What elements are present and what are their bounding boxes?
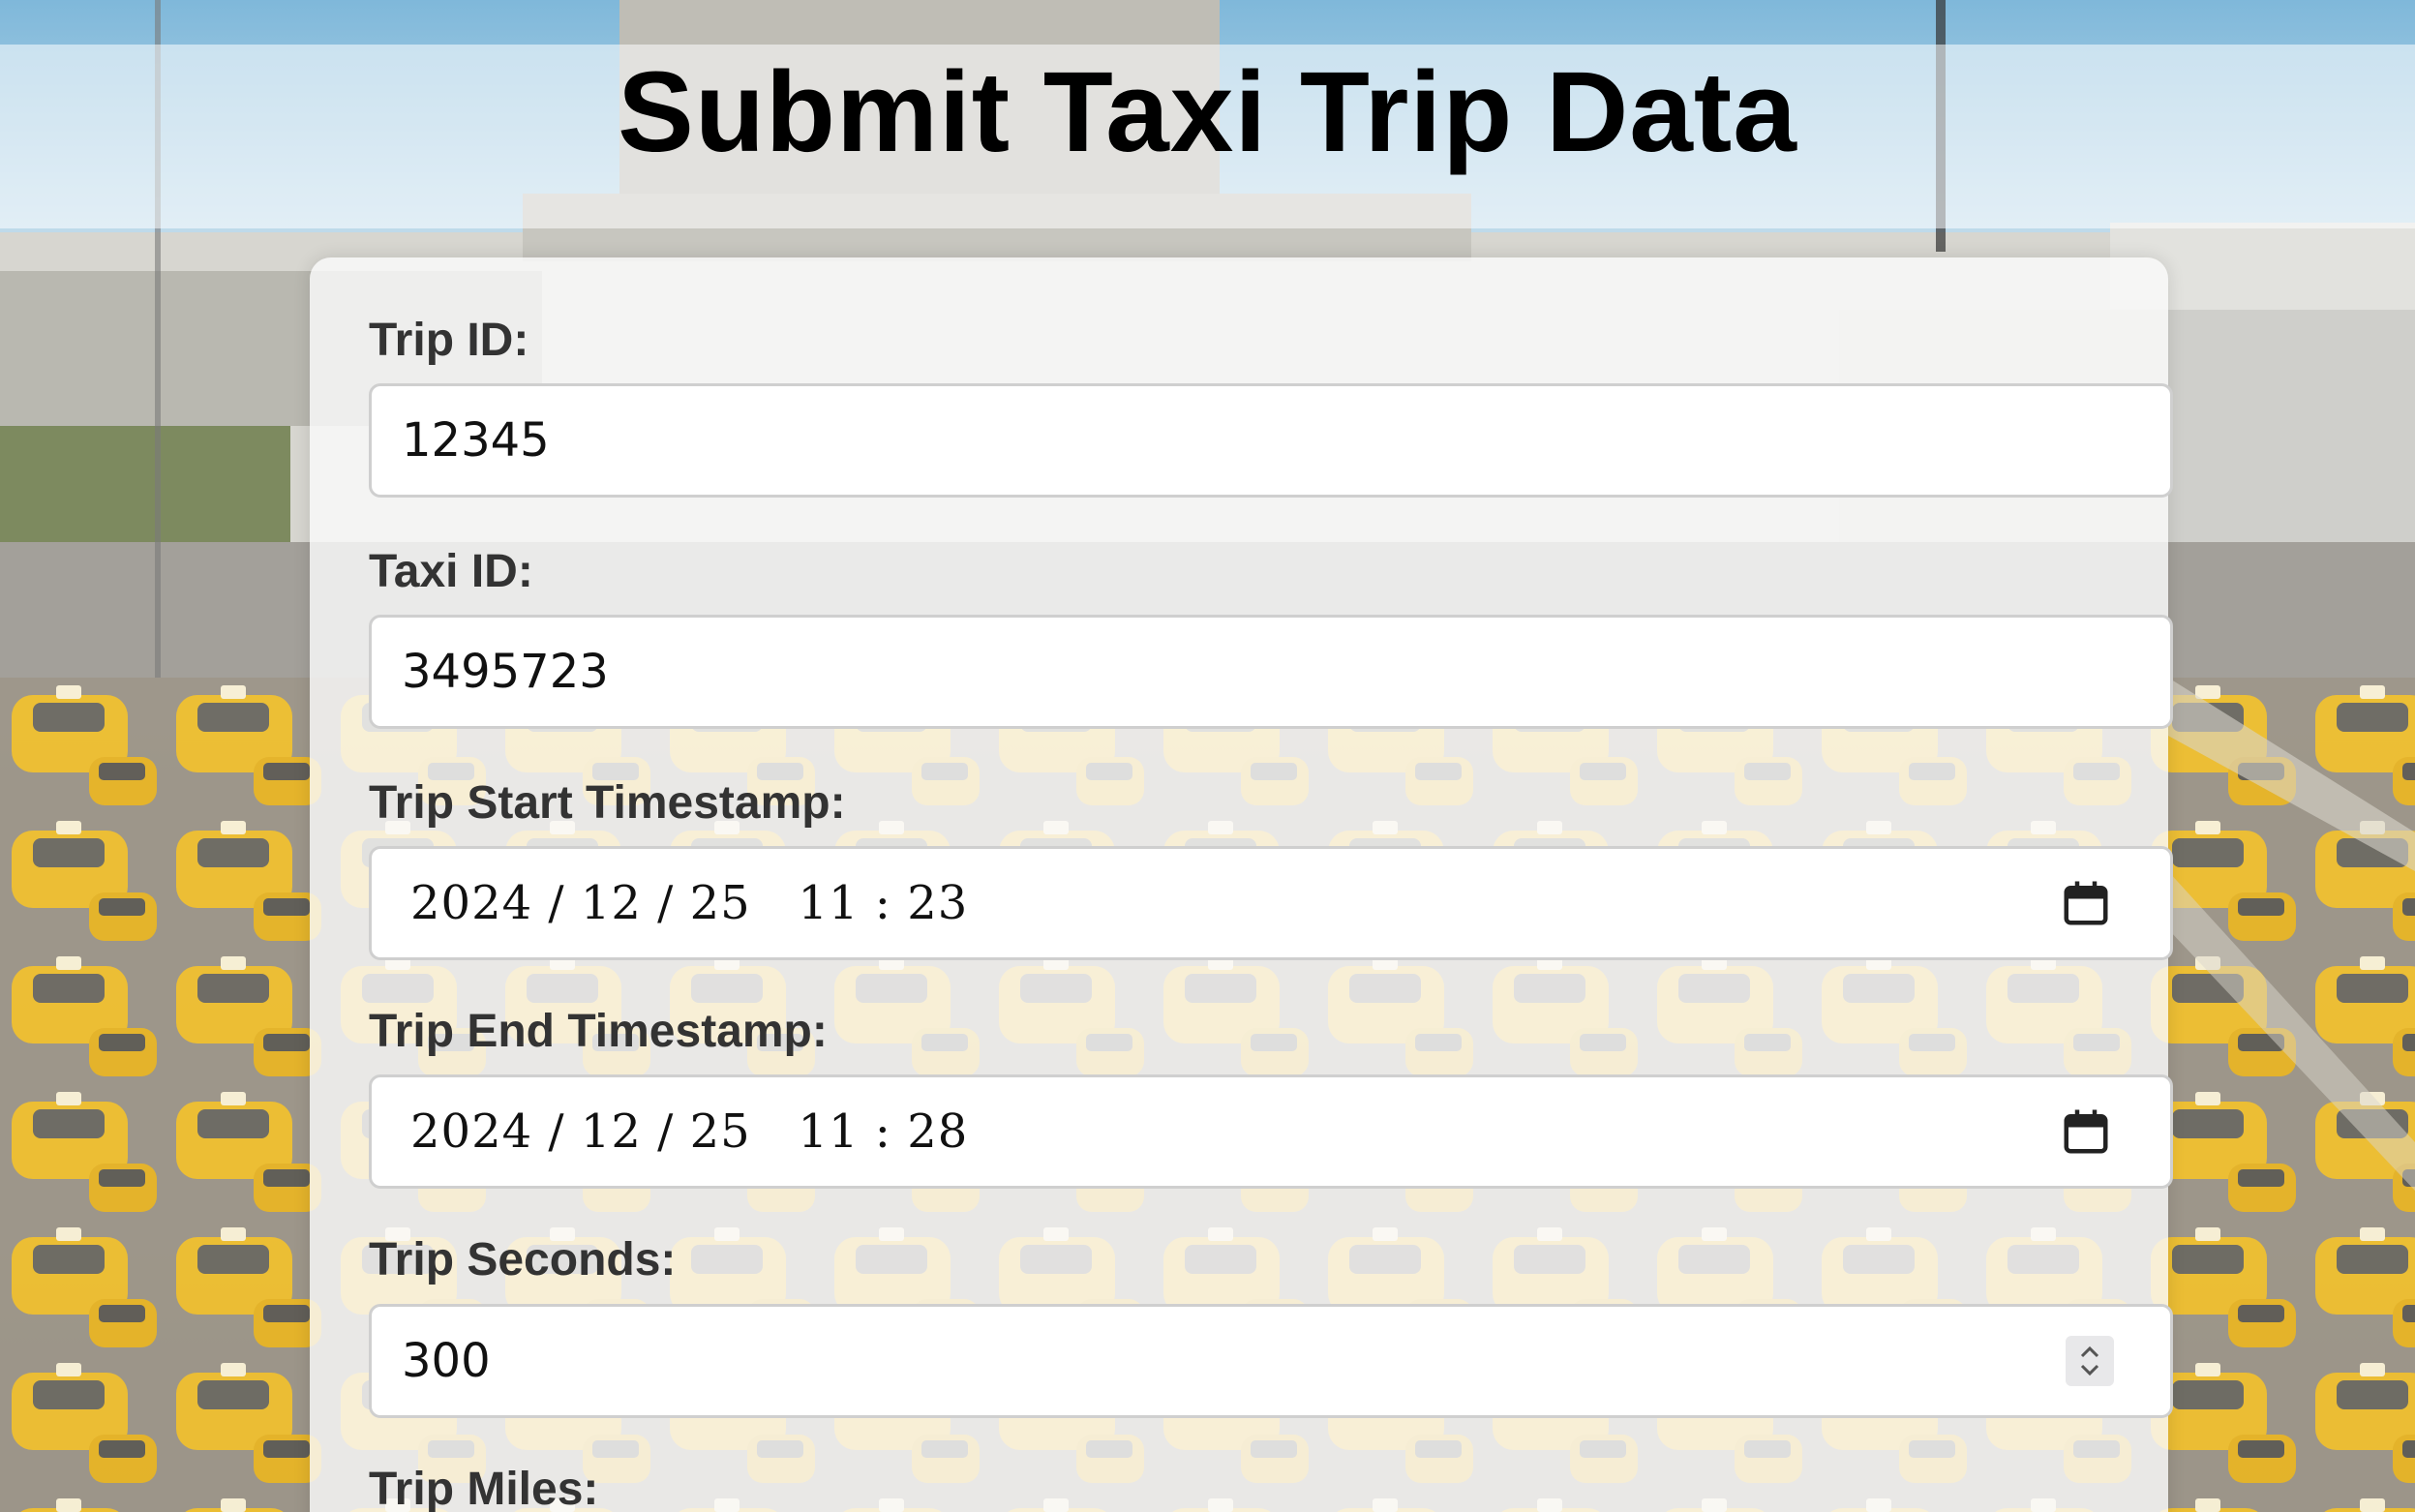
taxi-id-label: Taxi ID:	[369, 546, 533, 597]
trip-start-input[interactable]: 2024 / 12 / 25 11 : 23	[369, 846, 2173, 960]
calendar-icon[interactable]	[2060, 1105, 2112, 1158]
page-title: Submit Taxi Trip Data	[618, 48, 1797, 176]
trip-end-value: 2024 / 12 / 25 11 : 28	[410, 1104, 969, 1159]
trip-id-label: Trip ID:	[369, 315, 529, 366]
taxi-id-value: 3495723	[402, 645, 609, 699]
trip-seconds-input[interactable]: 300	[369, 1304, 2173, 1418]
calendar-icon[interactable]	[2060, 877, 2112, 929]
trip-miles-label: Trip Miles:	[369, 1464, 599, 1512]
taxi-id-input[interactable]: 3495723	[369, 615, 2173, 729]
trip-end-input[interactable]: 2024 / 12 / 25 11 : 28	[369, 1074, 2173, 1189]
trip-start-value: 2024 / 12 / 25 11 : 23	[410, 876, 969, 930]
page: Submit Taxi Trip Data Trip ID: 12345 Tax…	[0, 0, 2415, 1512]
trip-id-value: 12345	[402, 413, 550, 468]
trip-id-input[interactable]: 12345	[369, 383, 2173, 498]
trip-start-label: Trip Start Timestamp:	[369, 777, 846, 829]
trip-seconds-label: Trip Seconds:	[369, 1234, 677, 1285]
spinner-icon[interactable]	[2066, 1336, 2114, 1386]
trip-end-label: Trip End Timestamp:	[369, 1006, 828, 1057]
chevron-up-down-icon	[2080, 1346, 2099, 1376]
trip-seconds-value: 300	[402, 1334, 491, 1388]
